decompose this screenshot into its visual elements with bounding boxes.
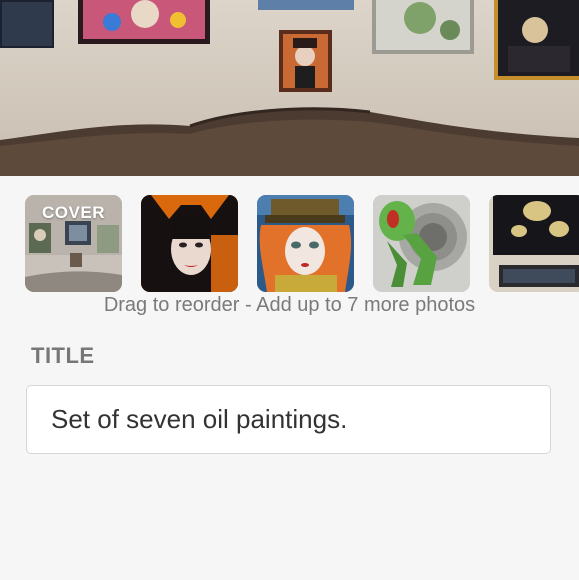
title-label: TITLE (31, 343, 95, 368)
photo-thumbnail-cover[interactable]: COVER (25, 195, 122, 292)
photo-thumbnail-2[interactable] (141, 195, 238, 292)
photo-thumbnails-strip[interactable]: COVER (0, 195, 579, 293)
green-alien-painting-thumbnail-icon (373, 195, 470, 292)
mad-hatter-painting-thumbnail-icon (257, 195, 354, 292)
photo-thumbnail-5[interactable] (489, 195, 579, 292)
photo-thumbnail-4[interactable] (373, 195, 470, 292)
cover-badge: COVER (42, 203, 105, 222)
gallery-wall-photo-icon (0, 0, 579, 176)
reorder-hint: Drag to reorder - Add up to 7 more photo… (103, 294, 476, 316)
title-input[interactable] (26, 385, 551, 454)
hero-photo[interactable] (0, 0, 579, 176)
dark-abstract-painting-thumbnail-icon (489, 195, 579, 292)
maleficent-painting-thumbnail-icon (141, 195, 238, 292)
listing-editor-screen: COVER Drag to reorder - Add up to 7 more… (0, 0, 579, 580)
photo-thumbnail-3[interactable] (257, 195, 354, 292)
